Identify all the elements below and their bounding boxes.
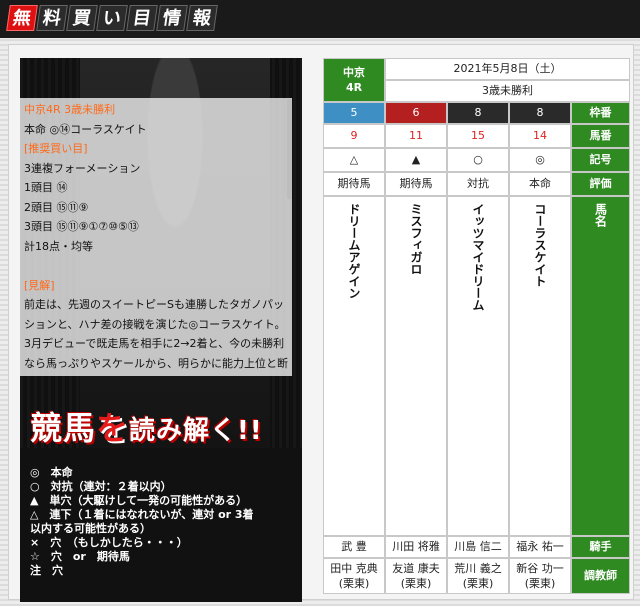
waku-cell: 8 [509,102,571,124]
eval-cell: 本命 [509,172,571,196]
horse-name: ドリームアゲイン [347,203,361,299]
trainer-stable: (栗東) [400,577,432,590]
trainer-stable: (栗東) [524,577,556,590]
bet-type: 3連複フォーメーション [24,161,141,175]
horse-name: ミスフィガロ [409,203,423,275]
umaban-cell: 14 [509,124,571,148]
race-table: 中京 4R 2021年5月8日（土） 3歳未勝利 5 6 8 8 枠番 9 11… [323,58,630,594]
legend-item: ▲ 単穴（大駆けして一発の可能性がある） [30,494,248,507]
trainer-stable: (栗東) [338,577,370,590]
title-char: 無 [6,5,38,31]
trainer-name: 荒川 義之 [454,562,502,575]
race-class: 3歳未勝利 [385,80,630,102]
banner-part-1: 競馬 [30,409,97,447]
trainer-name: 友道 康夫 [392,562,440,575]
view-label: [見解] [24,278,55,292]
jockey-cell: 川田 将雅 [385,536,447,558]
bet-row-3: 3頭目 ⑮⑪⑨①⑦⑩⑤⑬ [24,220,139,233]
trainer-name: 新谷 功一 [516,562,564,575]
label-name-col: 馬名 [571,196,630,536]
mark-cell: ○ [447,148,509,172]
venue: 中京 [343,66,365,79]
bet-total: 計18点・均等 [24,239,93,253]
legend-item: ○ 対抗（連対：２着以内） [30,480,172,493]
scrollbar[interactable] [287,99,292,199]
title-char: 料 [36,5,68,31]
bet-row-2: 2頭目 ⑮⑪⑨ [24,200,89,214]
mark-cell: ▲ [385,148,447,172]
trainer-cell: 荒川 義之 (栗東) [447,558,509,594]
title-char: 報 [186,5,218,31]
umaban-cell: 15 [447,124,509,148]
main-pick: 本命 ◎⑭コーラスケイト [24,122,147,136]
title-char: い [96,5,128,31]
title-char: 目 [126,5,158,31]
venue-cell: 中京 4R [323,58,385,102]
header-title: 無 料 買 い 目 情 報 [6,5,218,31]
waku-cell: 6 [385,102,447,124]
legend-item: × 穴 （もしかしたら・・・） [30,536,188,549]
legend-item: ☆ 穴 or 期待馬 [30,550,130,563]
horse-name: コーラスケイト [533,203,547,287]
waku-cell: 5 [323,102,385,124]
label-umaban: 馬番 [571,124,630,148]
banner-part-3: 読み解く!! [129,416,263,446]
trainer-cell: 友道 康夫 (栗東) [385,558,447,594]
legend-item: △ 連下（１着にはなれないが、連対 or 3着 [30,508,254,521]
site-header: 無 料 買 い 目 情 報 [0,0,640,38]
horse-name-col: ミスフィガロ [385,196,447,536]
label-waku: 枠番 [571,102,630,124]
eval-cell: 期待馬 [323,172,385,196]
jockey-cell: 武 豊 [323,536,385,558]
recommended-label: [推奨買い目] [24,142,88,155]
jockey-cell: 川島 信二 [447,536,509,558]
prediction-box[interactable]: 中京4R 3歳未勝利 本命 ◎⑭コーラスケイト [推奨買い目] 3連複フォーメー… [20,98,292,376]
label-name: 馬名 [593,203,608,227]
trainer-cell: 新谷 功一 (栗東) [509,558,571,594]
waku-cell: 8 [447,102,509,124]
view-paragraph-1: 前走は、先週のスイートピーSも連勝したタガノパッションと、ハナ差の接戦を演じた◎… [24,298,286,331]
mark-cell: △ [323,148,385,172]
horse-name: イッツマイドリーム [471,203,485,311]
horse-name-col: イッツマイドリーム [447,196,509,536]
trainer-stable: (栗東) [462,577,494,590]
mark-cell: ◎ [509,148,571,172]
legend-item: 以内する可能性がある） [30,522,151,535]
race-date: 2021年5月8日（土） [385,58,630,80]
view-paragraph-2: 3月デビューで既走馬を相手に2→2着と、今の未勝利なら馬っぷりやスケールから、明… [24,337,288,370]
umaban-cell: 9 [323,124,385,148]
legend-item: 注 穴 [30,564,63,577]
legend-item: ◎ 本命 [30,466,73,479]
banner-part-2: を [96,409,130,447]
title-char: 情 [156,5,188,31]
horse-name-col: ドリームアゲイン [323,196,385,536]
bet-row-1: 1頭目 ⑭ [24,181,68,194]
jockey-cell: 福永 祐一 [509,536,571,558]
trainer-cell: 田中 克典 (栗東) [323,558,385,594]
eval-cell: 期待馬 [385,172,447,196]
mark-legend: ◎ 本命 ○ 対抗（連対：２着以内） ▲ 単穴（大駆けして一発の可能性がある） … [30,466,298,578]
trainer-name: 田中 克典 [330,562,378,575]
race-title: 中京4R 3歳未勝利 [24,103,116,116]
banner-logo: 競馬を読み解く!! [30,404,300,456]
label-eval: 評価 [571,172,630,196]
title-char: 買 [66,5,98,31]
label-jockey: 騎手 [571,536,630,558]
label-trainer: 調教師 [571,558,630,594]
label-mark: 記号 [571,148,630,172]
race-number: 4R [345,81,363,94]
horse-name-col: コーラスケイト [509,196,571,536]
eval-cell: 対抗 [447,172,509,196]
umaban-cell: 11 [385,124,447,148]
